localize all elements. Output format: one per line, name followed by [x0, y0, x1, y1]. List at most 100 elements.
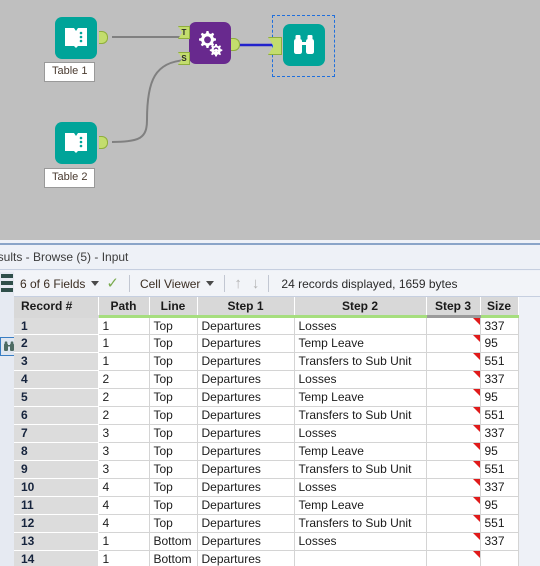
cell-step3[interactable]: [426, 532, 481, 551]
node-browse[interactable]: [283, 24, 325, 66]
cell-path[interactable]: 2: [98, 370, 150, 389]
cell-size[interactable]: 337: [480, 424, 519, 443]
cell-size[interactable]: 337: [480, 532, 519, 551]
cell-record[interactable]: 4: [14, 370, 99, 389]
cell-record[interactable]: 3: [14, 352, 99, 371]
cell-size[interactable]: 95: [480, 442, 519, 461]
chevron-down-icon[interactable]: [91, 281, 100, 286]
cell-path[interactable]: 4: [98, 514, 150, 533]
cell-step1[interactable]: Departures: [197, 424, 295, 443]
cell-step3[interactable]: [426, 352, 481, 371]
cell-step1[interactable]: Departures: [197, 406, 295, 425]
results-grid[interactable]: Record # Path Line Step 1 Step 2 Step 3 Size 1…: [14, 297, 540, 566]
cell-path[interactable]: 3: [98, 460, 150, 479]
checkmark-icon[interactable]: ✓: [106, 276, 119, 291]
cell-size[interactable]: 551: [480, 514, 519, 533]
cell-step3[interactable]: [426, 478, 481, 497]
cell-step3[interactable]: [426, 316, 481, 335]
cell-record[interactable]: 7: [14, 424, 99, 443]
table-row[interactable]: 9 3 Top Departures Transfers to Sub Unit 551: [14, 460, 519, 479]
cell-record[interactable]: 11: [14, 496, 99, 515]
cell-step2[interactable]: Temp Leave: [294, 496, 427, 515]
cell-step2[interactable]: Temp Leave: [294, 442, 427, 461]
column-header-step-1[interactable]: Step 1: [197, 297, 295, 318]
node-table-2[interactable]: [55, 122, 97, 164]
cell-record[interactable]: 10: [14, 478, 99, 497]
arrow-down-icon[interactable]: ↓: [247, 276, 265, 291]
cell-line[interactable]: Top: [149, 388, 198, 407]
table-row[interactable]: 2 1 Top Departures Temp Leave 95: [14, 334, 519, 353]
cell-line[interactable]: Top: [149, 406, 198, 425]
cell-step1[interactable]: Departures: [197, 352, 295, 371]
cell-step3[interactable]: [426, 442, 481, 461]
cell-path[interactable]: 2: [98, 388, 150, 407]
cell-step3[interactable]: [426, 334, 481, 353]
cell-step3[interactable]: [426, 370, 481, 389]
cell-step1[interactable]: Departures: [197, 316, 295, 335]
arrow-up-icon[interactable]: ↑: [229, 276, 247, 291]
table-row[interactable]: 7 3 Top Departures Losses 337: [14, 424, 519, 443]
cell-step1[interactable]: Departures: [197, 550, 295, 566]
table-row[interactable]: 10 4 Top Departures Losses 337: [14, 478, 519, 497]
cell-step2[interactable]: Temp Leave: [294, 334, 427, 353]
cell-path[interactable]: 4: [98, 496, 150, 515]
cell-step1[interactable]: Departures: [197, 478, 295, 497]
cell-step2[interactable]: Transfers to Sub Unit: [294, 406, 427, 425]
cell-path[interactable]: 1: [98, 532, 150, 551]
cell-line[interactable]: Top: [149, 478, 198, 497]
cell-size[interactable]: 551: [480, 352, 519, 371]
column-header-step-2[interactable]: Step 2: [294, 297, 427, 318]
node-label-table-2[interactable]: Table 2: [44, 168, 96, 188]
table-row[interactable]: 8 3 Top Departures Temp Leave 95: [14, 442, 519, 461]
cell-path[interactable]: 4: [98, 478, 150, 497]
cell-record[interactable]: 9: [14, 460, 99, 479]
cell-step3[interactable]: [426, 406, 481, 425]
cell-step2[interactable]: Losses: [294, 532, 427, 551]
cell-line[interactable]: Top: [149, 460, 198, 479]
table-row[interactable]: 5 2 Top Departures Temp Leave 95: [14, 388, 519, 407]
cell-line[interactable]: Top: [149, 334, 198, 353]
cell-size[interactable]: 95: [480, 334, 519, 353]
cell-step2[interactable]: Losses: [294, 478, 427, 497]
cell-step3[interactable]: [426, 388, 481, 407]
cell-path[interactable]: 1: [98, 334, 150, 353]
cell-record[interactable]: 6: [14, 406, 99, 425]
cell-step3[interactable]: [426, 496, 481, 515]
cell-step1[interactable]: Departures: [197, 388, 295, 407]
results-toolbar[interactable]: 6 of 6 Fields ✓ Cell Viewer ↑ ↓ 24 recor…: [14, 271, 540, 297]
cell-line[interactable]: Top: [149, 442, 198, 461]
cell-step1[interactable]: Departures: [197, 370, 295, 389]
cell-line[interactable]: Top: [149, 496, 198, 515]
cell-step3[interactable]: [426, 424, 481, 443]
cell-step1[interactable]: Departures: [197, 442, 295, 461]
cell-path[interactable]: 1: [98, 352, 150, 371]
table-row[interactable]: 6 2 Top Departures Transfers to Sub Unit 551: [14, 406, 519, 425]
cell-size[interactable]: 337: [480, 316, 519, 335]
column-header-step-3[interactable]: Step 3: [426, 297, 481, 318]
cell-line[interactable]: Top: [149, 514, 198, 533]
cell-step2[interactable]: [294, 550, 427, 566]
cell-step3[interactable]: [426, 460, 481, 479]
node-append-fields[interactable]: [189, 22, 231, 64]
fields-selector[interactable]: 6 of 6 Fields ✓: [14, 272, 125, 296]
table-row[interactable]: 13 1 Bottom Departures Losses 337: [14, 532, 519, 551]
cell-size[interactable]: 337: [480, 370, 519, 389]
cell-step1[interactable]: Departures: [197, 496, 295, 515]
cell-step2[interactable]: Losses: [294, 316, 427, 335]
column-header-record[interactable]: Record #: [14, 297, 99, 318]
cell-path[interactable]: 1: [98, 550, 150, 566]
table-row[interactable]: 1 1 Top Departures Losses 337: [14, 316, 519, 335]
table-row[interactable]: 14 1 Bottom Departures: [14, 550, 519, 566]
column-header-size[interactable]: Size: [480, 297, 519, 318]
cell-size[interactable]: 551: [480, 460, 519, 479]
cell-line[interactable]: Bottom: [149, 532, 198, 551]
cell-path[interactable]: 1: [98, 316, 150, 335]
cell-line[interactable]: Top: [149, 352, 198, 371]
workflow-canvas[interactable]: Table 1 Table 2 T S: [0, 0, 540, 240]
cell-record[interactable]: 2: [14, 334, 99, 353]
column-header-path[interactable]: Path: [98, 297, 150, 318]
cell-step3[interactable]: [426, 550, 481, 566]
cell-step1[interactable]: Departures: [197, 460, 295, 479]
cell-line[interactable]: Top: [149, 424, 198, 443]
cell-step2[interactable]: Transfers to Sub Unit: [294, 352, 427, 371]
